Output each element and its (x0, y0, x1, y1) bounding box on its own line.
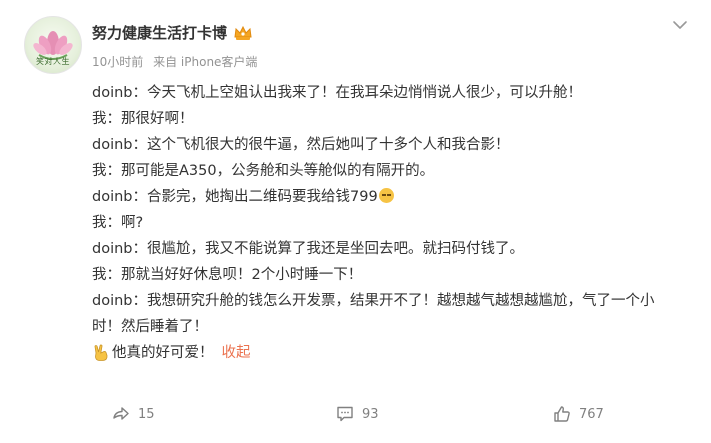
comment-icon (337, 406, 353, 422)
repost-button[interactable]: 15 (112, 405, 155, 423)
thumbs-up-icon (554, 406, 570, 422)
chevron-down-icon[interactable] (671, 16, 689, 34)
content-line: 我：那就当好好休息呗！2个小时睡一下！ (92, 267, 363, 283)
share-icon (113, 407, 129, 420)
content-line: doinb：这个飞机很大的很牛逼，然后她叫了十多个人和我合影！ (92, 137, 510, 153)
content-line: 我：那可能是A350，公务舱和头等舱似的有隔开的。 (92, 163, 435, 179)
weibo-post: 笑对人生 努力健康生活打卡博 10小时前 来自 iPhone客户端 doinb：… (0, 0, 711, 443)
crown-badge-icon (234, 25, 252, 40)
content-line: doinb：很尴尬，我又不能说算了我还是坐回去吧。就扫码付钱了。 (92, 241, 524, 257)
post-content: doinb：今天飞机上空姐认出我来了！在我耳朵边悄悄说人很少，可以升舱！ 我：那… (92, 80, 682, 366)
post-meta: 10小时前 来自 iPhone客户端 (92, 53, 263, 70)
content-line: 我：那很好啊！ (92, 111, 194, 127)
comment-button[interactable]: 93 (336, 405, 379, 423)
like-button[interactable]: 767 (553, 405, 604, 423)
comment-count: 93 (362, 406, 379, 422)
username[interactable]: 努力健康生活打卡博 (92, 22, 253, 43)
avatar-caption: 笑对人生 (36, 57, 70, 66)
content-line-with-emoji: doinb：合影完，她掏出二维码要我给钱799 (92, 184, 682, 210)
content-line: doinb：我想研究升舱的钱怎么开发票，结果开不了！越想越气越想越尴尬，气了一个… (92, 293, 655, 335)
closing-line: 他真的好可爱！ 收起 (92, 340, 682, 366)
closing-text: 他真的好可爱！ (112, 345, 214, 361)
post-time[interactable]: 10小时前 (92, 55, 143, 69)
content-line: doinb：今天飞机上空姐认出我来了！在我耳朵边悄悄说人很少，可以升舱！ (92, 85, 582, 101)
avatar[interactable]: 笑对人生 (24, 16, 82, 74)
victory-hand-icon (94, 344, 108, 361)
like-count: 767 (579, 406, 604, 422)
collapse-link[interactable]: 收起 (222, 340, 251, 366)
content-line: 我：啊? (92, 215, 144, 231)
sleepy-face-icon (378, 188, 394, 203)
username-text: 努力健康生活打卡博 (92, 24, 228, 42)
content-line: doinb：合影完，她掏出二维码要我给钱799 (92, 189, 378, 205)
action-bar: 15 93 767 (0, 401, 711, 437)
repost-count: 15 (138, 406, 155, 422)
post-source: 来自 iPhone客户端 (153, 55, 258, 69)
